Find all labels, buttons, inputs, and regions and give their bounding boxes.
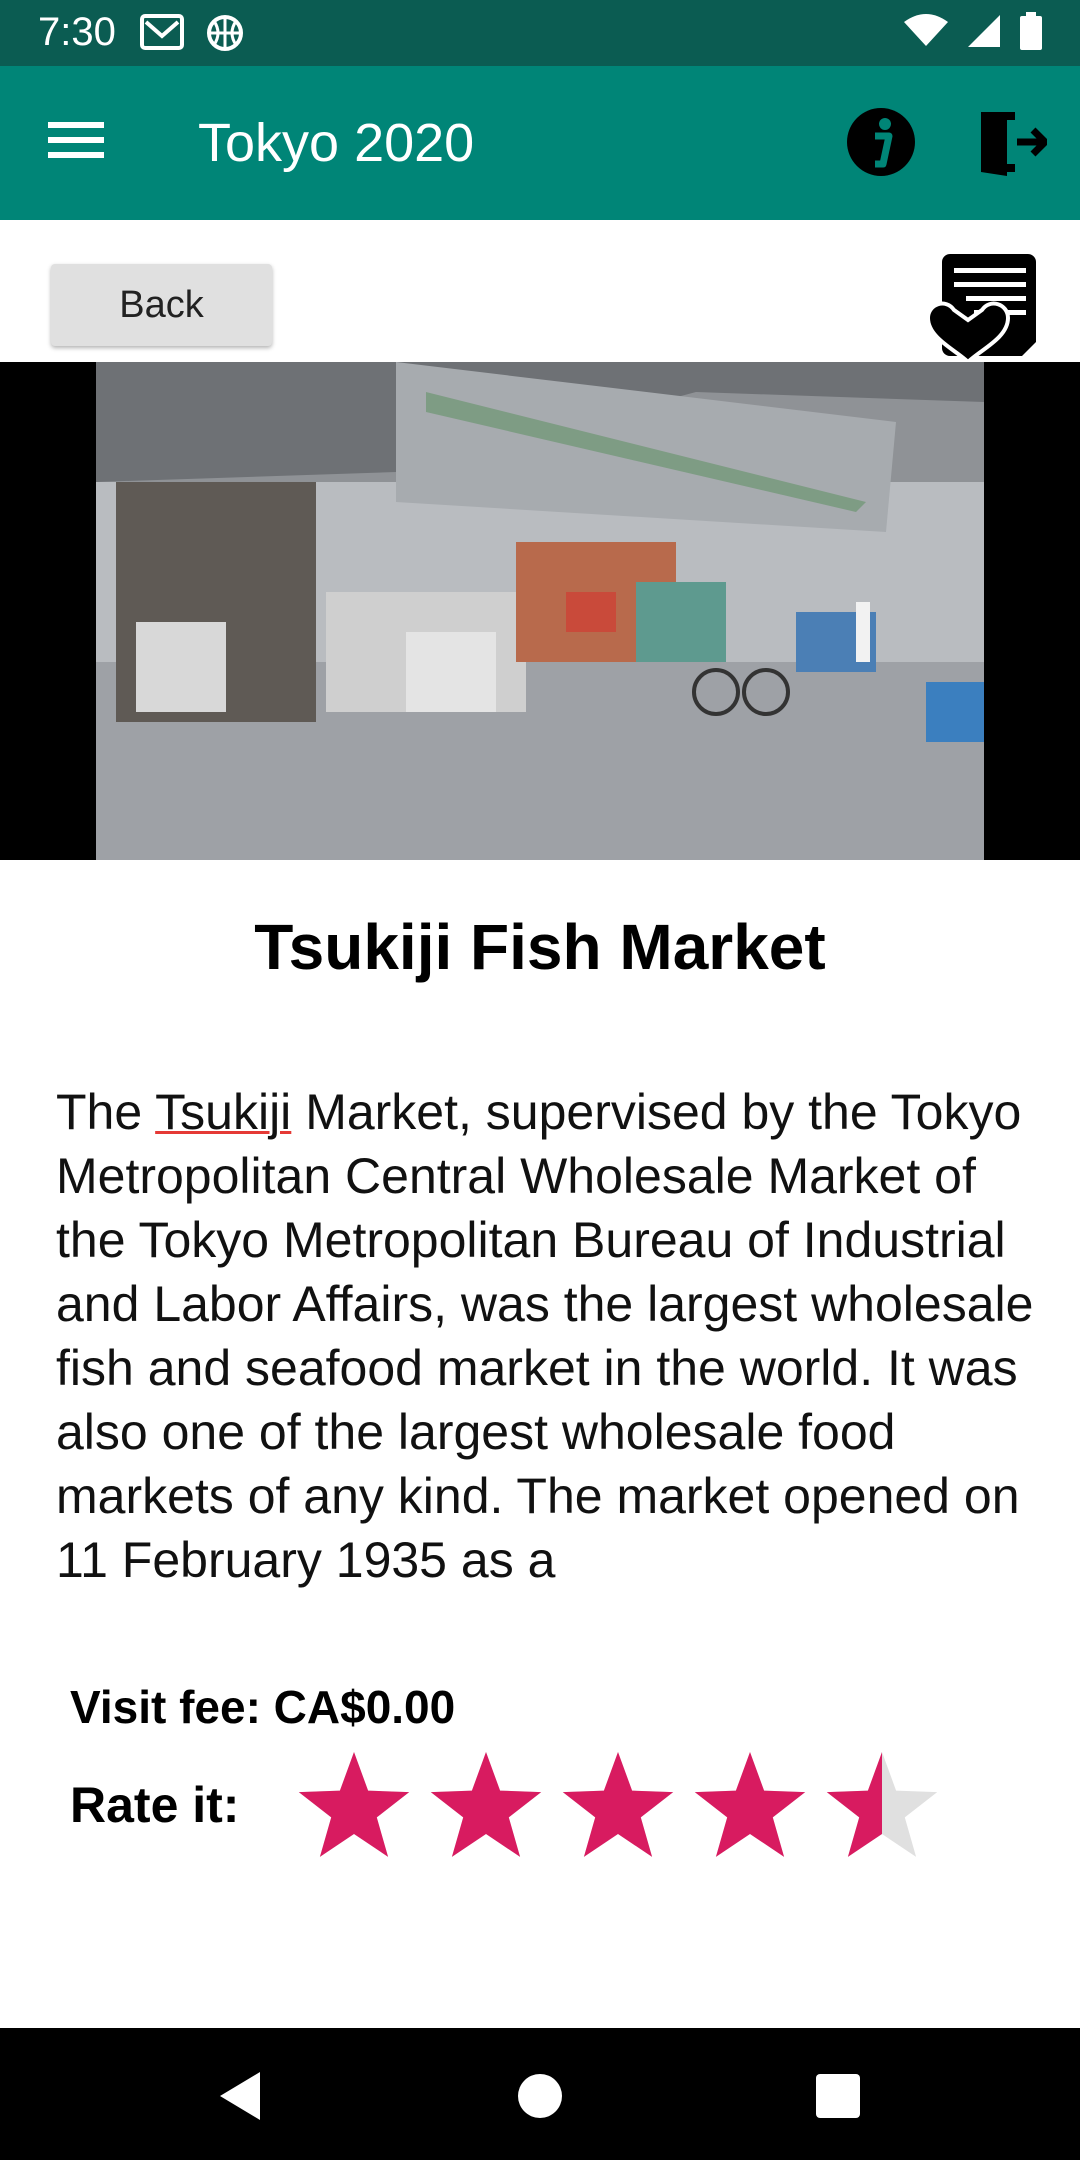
status-bar: 7:30	[0, 0, 1080, 66]
place-title: Tsukiji Fish Market	[254, 911, 826, 983]
recents-square-icon[interactable]	[808, 2066, 868, 2126]
rating-star-filled[interactable]	[298, 1752, 410, 1857]
info-icon[interactable]	[845, 106, 917, 178]
status-time: 7:30	[38, 10, 116, 54]
exit-icon[interactable]	[975, 106, 1047, 178]
app-bar: Tokyo 2020	[0, 66, 1080, 220]
wifi-icon	[904, 14, 948, 46]
rating-star-filled[interactable]	[430, 1752, 542, 1857]
photo-frame	[0, 362, 1080, 860]
visit-fee: Visit fee: CA$0.00	[70, 1681, 456, 1733]
rate-label: Rate it:	[70, 1777, 240, 1833]
signal-icon	[968, 15, 1000, 47]
home-circle-icon[interactable]	[510, 2066, 570, 2126]
description-rest: Market, supervised by the Tokyo Metropol…	[56, 1084, 1034, 1588]
place-description: The Tsukiji Market, supervised by the To…	[56, 1080, 1036, 1642]
back-triangle-icon[interactable]	[210, 2066, 270, 2126]
rating-star-filled[interactable]	[694, 1752, 806, 1857]
favorite-list-icon[interactable]	[926, 250, 1042, 364]
basketball-icon	[207, 15, 243, 51]
gmail-icon	[140, 14, 184, 50]
app-title: Tokyo 2020	[198, 113, 475, 173]
description-start: The	[56, 1084, 156, 1140]
battery-icon	[1020, 12, 1042, 50]
navigation-bar	[0, 2028, 1080, 2160]
rating-star-filled[interactable]	[562, 1752, 674, 1857]
back-button[interactable]: Back	[51, 264, 272, 346]
menu-icon[interactable]	[48, 116, 104, 164]
spellcheck-flagged-word: Tsukiji	[155, 1084, 292, 1140]
rating-bar[interactable]	[292, 1746, 952, 1866]
market-photo	[96, 362, 984, 860]
